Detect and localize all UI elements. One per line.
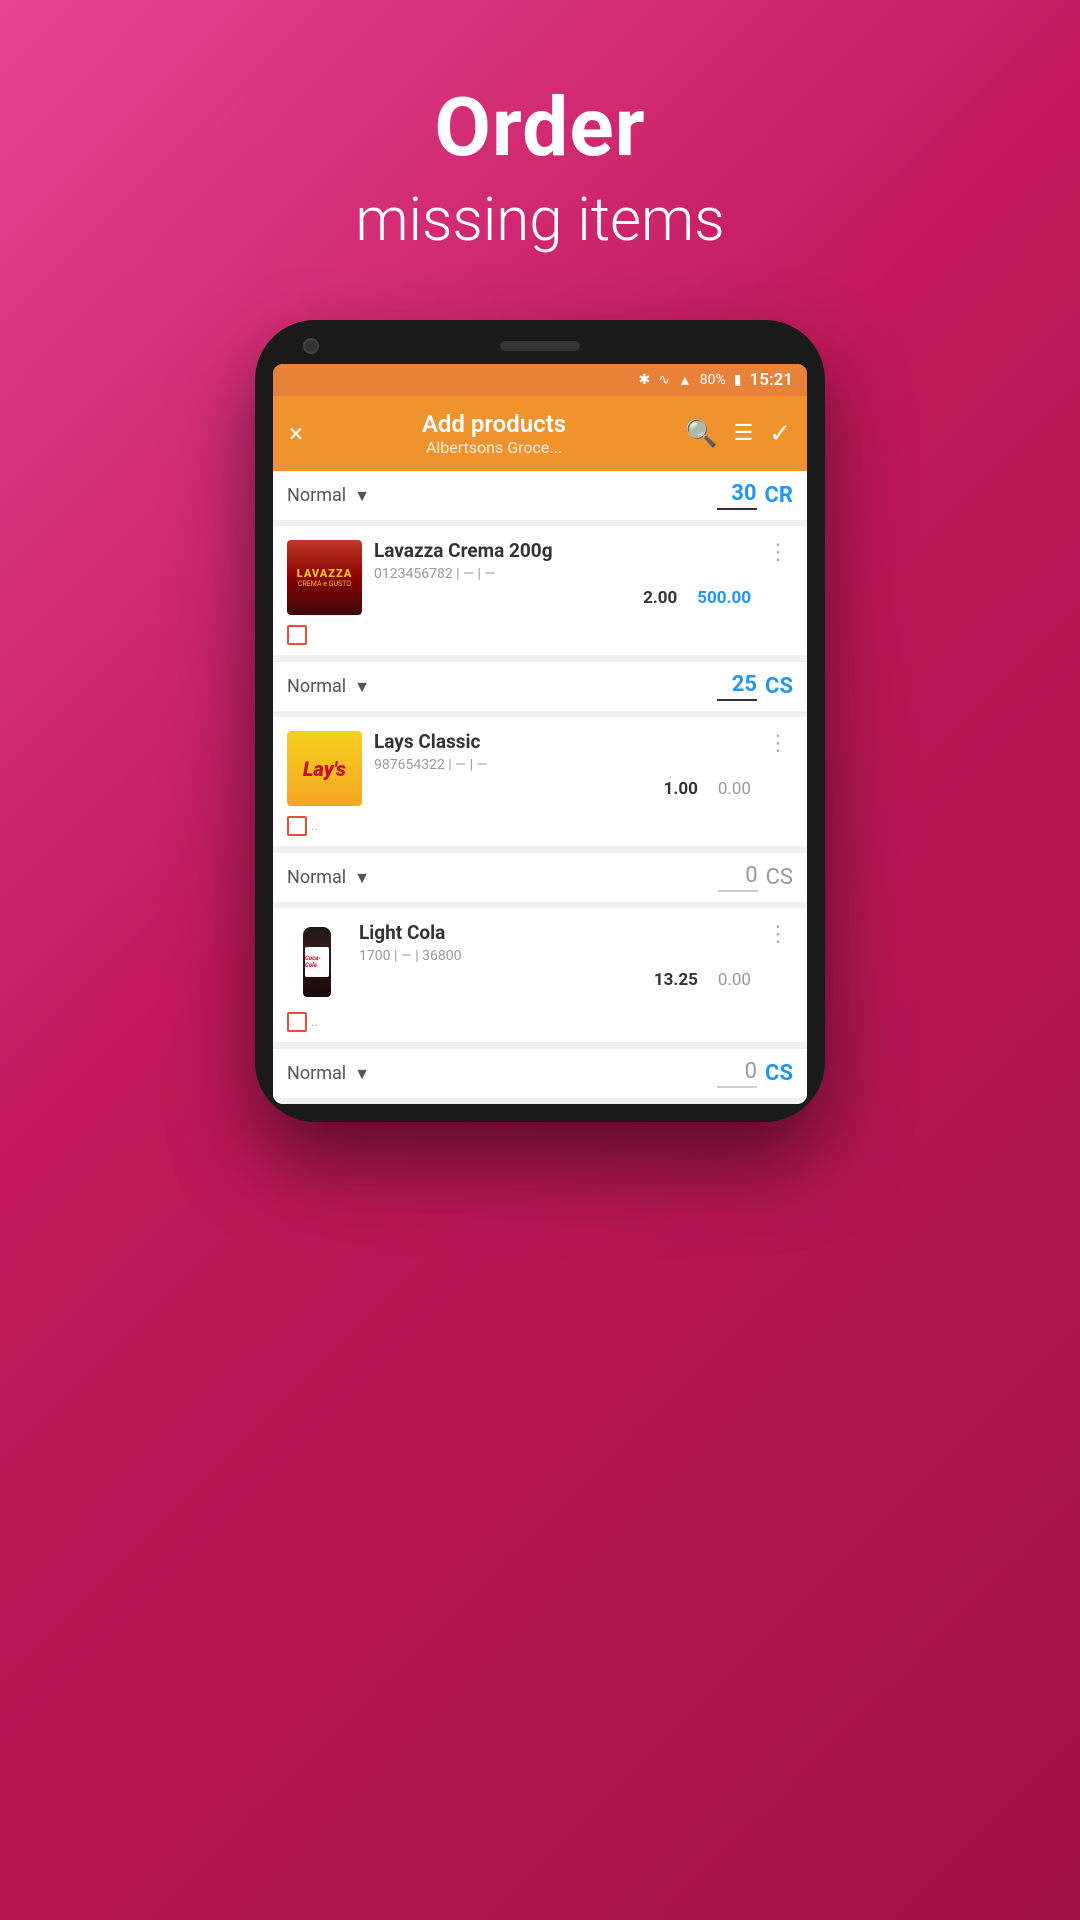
order-row-lavazza[interactable]: Normal ▼ 25 CS <box>273 661 807 711</box>
cola-label-shape: Coca-Cola <box>305 947 329 977</box>
product-card-lays: Lay's Lays Classic 987654322 | — | — 1.0… <box>273 717 807 846</box>
signal-icon: ▲ <box>678 372 692 389</box>
total-price-lays: 0.00 <box>718 779 751 799</box>
product-card-cola: Coca-Cola Light Cola 1700 | — | 36800 13… <box>273 908 807 1042</box>
product-list: Normal ▼ 30 CR LAVAZZA CREMA e GUSTO <box>273 471 807 1104</box>
order-row-lays[interactable]: Normal ▼ 0 CS <box>273 852 807 902</box>
phone-speaker <box>500 341 580 351</box>
order-qty-group-lays: 0 CS <box>718 863 793 892</box>
total-price-lavazza: 500.00 <box>697 588 751 608</box>
dropdown-arrow-cola: ▼ <box>354 1064 370 1084</box>
status-time: 15:21 <box>750 370 793 390</box>
order-unit-lays: CS <box>766 865 793 890</box>
dropdown-arrow-lays: ▼ <box>354 868 370 888</box>
product-code-cola: 1700 | — | 36800 <box>359 948 751 964</box>
bluetooth-icon: ✱ <box>638 372 650 388</box>
checkbox-lays[interactable] <box>287 816 307 836</box>
lavazza-brand-text: LAVAZZA <box>297 567 353 580</box>
product-info-lays: Lays Classic 987654322 | — | — 1.00 0.00 <box>374 731 751 799</box>
order-qty-group-lavazza: 25 CS <box>717 672 793 701</box>
unit-price-cola: 13.25 <box>654 970 698 990</box>
order-unit-lavazza: CS <box>765 674 793 699</box>
order-type-label-lays: Normal <box>287 867 346 888</box>
order-row-cola[interactable]: Normal ▼ 0 CS <box>273 1048 807 1098</box>
product-code-lavazza: 0123456782 | — | — <box>374 566 751 582</box>
lavazza-sub-text: CREMA e GUSTO <box>298 580 351 588</box>
app-bar-title-group: Add products Albertsons Groce... <box>319 410 669 457</box>
cola-label-text: Coca-Cola <box>305 955 329 969</box>
phone-screen: ✱ ∿ ▲ 80% ▮ 15:21 × Add products Alberts… <box>273 364 807 1104</box>
hero-title: Order <box>0 80 1080 176</box>
product-image-cola: Coca-Cola <box>287 922 347 1002</box>
product-row-lays: Lay's Lays Classic 987654322 | — | — 1.0… <box>273 717 807 814</box>
dropdown-arrow-top: ▼ <box>354 486 370 506</box>
order-unit-cola: CS <box>765 1061 793 1086</box>
product-menu-lavazza[interactable]: ⋮ <box>763 540 793 565</box>
order-type-label-top: Normal <box>287 485 346 506</box>
order-type-dropdown-lavazza[interactable]: Normal ▼ <box>287 676 717 697</box>
battery-text: 80% <box>700 372 726 388</box>
phone-device: ✱ ∿ ▲ 80% ▮ 15:21 × Add products Alberts… <box>255 320 825 1122</box>
order-type-label-lavazza: Normal <box>287 676 346 697</box>
product-info-lavazza: Lavazza Crema 200g 0123456782 | — | — 2.… <box>374 540 751 608</box>
checkbox-lavazza[interactable] <box>287 625 307 645</box>
order-qty-group-top: 30 CR <box>717 481 794 510</box>
product-name-lavazza: Lavazza Crema 200g <box>374 540 751 563</box>
unit-price-lavazza: 2.00 <box>643 588 677 608</box>
hero-section: Order missing items <box>0 80 1080 255</box>
product-prices-lays: 1.00 0.00 <box>374 779 751 799</box>
order-qty-lavazza[interactable]: 25 <box>717 672 757 701</box>
app-bar-title: Add products <box>319 410 669 438</box>
product-code-lays: 987654322 | — | — <box>374 757 751 773</box>
dots-cola: .. <box>311 1015 318 1030</box>
order-type-dropdown-top[interactable]: Normal ▼ <box>287 485 717 506</box>
product-menu-cola[interactable]: ⋮ <box>763 922 793 947</box>
order-qty-lays[interactable]: 0 <box>718 863 758 892</box>
status-bar: ✱ ∿ ▲ 80% ▮ 15:21 <box>273 364 807 396</box>
order-row-top[interactable]: Normal ▼ 30 CR <box>273 471 807 520</box>
dropdown-arrow-lavazza: ▼ <box>354 677 370 697</box>
product-name-cola: Light Cola <box>359 922 751 945</box>
product-image-lavazza: LAVAZZA CREMA e GUSTO <box>287 540 362 615</box>
confirm-button[interactable]: ✓ <box>769 419 791 449</box>
unit-price-lays: 1.00 <box>664 779 698 799</box>
order-unit-top: CR <box>765 483 794 508</box>
product-info-cola: Light Cola 1700 | — | 36800 13.25 0.00 <box>359 922 751 990</box>
wifi-icon: ∿ <box>658 372 670 388</box>
search-button[interactable]: 🔍 <box>685 419 717 449</box>
product-name-lays: Lays Classic <box>374 731 751 754</box>
app-bar-subtitle: Albertsons Groce... <box>319 438 669 457</box>
filter-button[interactable]: ☰ <box>733 421 753 446</box>
total-price-cola: 0.00 <box>718 970 751 990</box>
app-bar: × Add products Albertsons Groce... 🔍 ☰ ✓ <box>273 396 807 471</box>
checkbox-row-cola: .. <box>273 1010 807 1042</box>
product-card-lavazza: LAVAZZA CREMA e GUSTO Lavazza Crema 200g… <box>273 526 807 655</box>
close-button[interactable]: × <box>289 419 303 449</box>
order-qty-cola[interactable]: 0 <box>717 1059 757 1088</box>
order-type-dropdown-lays[interactable]: Normal ▼ <box>287 867 718 888</box>
dots-lays: .. <box>311 819 318 834</box>
checkbox-row-lays: .. <box>273 814 807 846</box>
battery-icon: ▮ <box>734 372 742 388</box>
cola-bottle-shape: Coca-Cola <box>303 927 331 997</box>
phone-top-bar <box>273 338 807 364</box>
product-prices-lavazza: 2.00 500.00 <box>374 588 751 608</box>
order-type-label-cola: Normal <box>287 1063 346 1084</box>
product-row-lavazza: LAVAZZA CREMA e GUSTO Lavazza Crema 200g… <box>273 526 807 623</box>
product-prices-cola: 13.25 0.00 <box>359 970 751 990</box>
order-qty-group-cola: 0 CS <box>717 1059 793 1088</box>
checkbox-cola[interactable] <box>287 1012 307 1032</box>
order-type-dropdown-cola[interactable]: Normal ▼ <box>287 1063 717 1084</box>
lays-brand-text: Lay's <box>303 757 346 781</box>
hero-subtitle: missing items <box>0 184 1080 255</box>
checkbox-row-lavazza <box>273 623 807 655</box>
phone-shell: ✱ ∿ ▲ 80% ▮ 15:21 × Add products Alberts… <box>255 320 825 1122</box>
product-menu-lays[interactable]: ⋮ <box>763 731 793 756</box>
product-row-cola: Coca-Cola Light Cola 1700 | — | 36800 13… <box>273 908 807 1010</box>
product-image-lays: Lay's <box>287 731 362 806</box>
order-qty-top[interactable]: 30 <box>717 481 757 510</box>
phone-camera <box>303 338 319 354</box>
